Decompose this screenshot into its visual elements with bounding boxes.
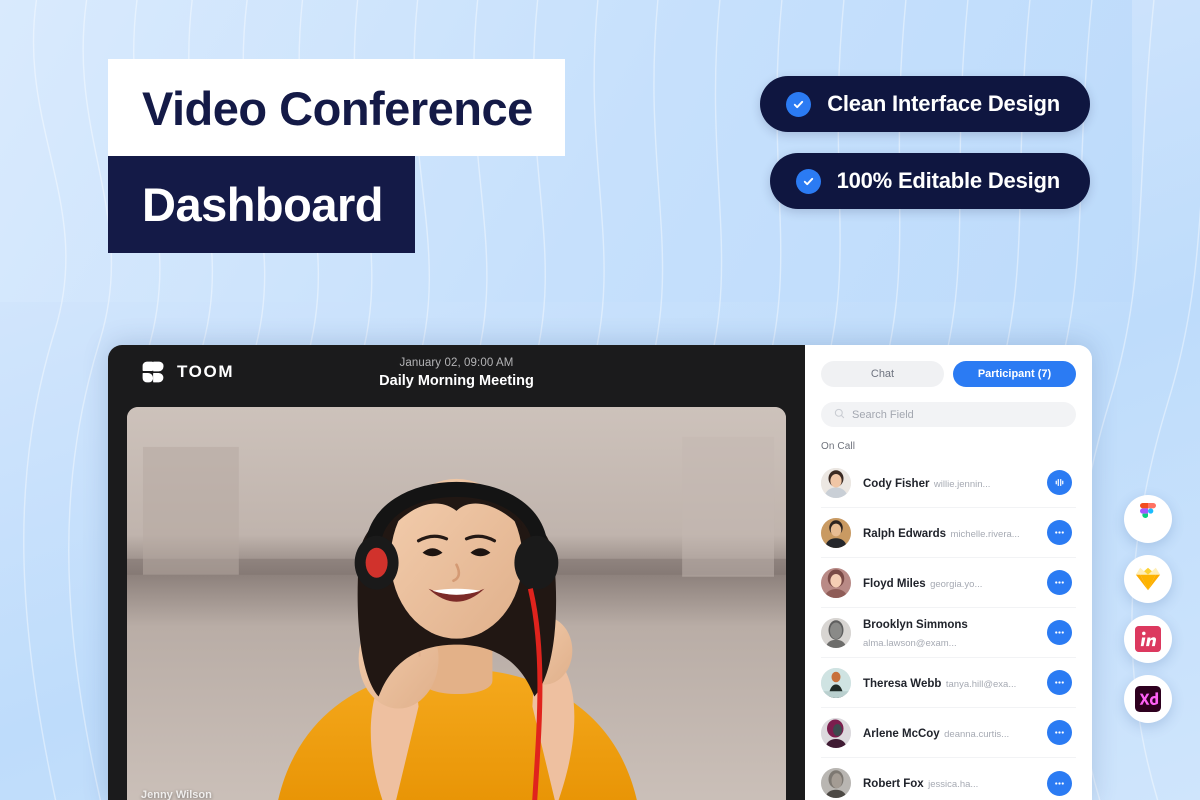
meeting-info: January 02, 09:00 AM Daily Morning Meeti… [108, 357, 805, 389]
search-field[interactable] [821, 402, 1076, 427]
tab-participant[interactable]: Participant (7) [953, 361, 1076, 387]
sidebar-panel: Chat Participant (7) On Call [805, 345, 1092, 800]
more-options-icon[interactable] [1047, 520, 1072, 545]
avatar [821, 617, 851, 648]
participant-info: Robert Fox jessica.ha... [863, 774, 1047, 792]
feature-badge-editable-design: 100% Editable Design [769, 153, 1090, 209]
participant-list: Cody Fisher willie.jennin... Ralph Edwar… [821, 458, 1076, 800]
participant-info: Floyd Miles georgia.yo... [863, 574, 1047, 592]
participant-email: deanna.curtis... [944, 728, 1010, 740]
participant-row[interactable]: Theresa Webb tanya.hill@exa... [821, 658, 1076, 708]
more-options-icon[interactable] [1047, 720, 1072, 745]
participant-name: Brooklyn Simmons [863, 618, 968, 631]
avatar [821, 467, 851, 498]
participant-email: willie.jennin... [933, 478, 991, 490]
adobe-xd-icon[interactable] [1124, 675, 1172, 723]
participant-info: Theresa Webb tanya.hill@exa... [863, 674, 1047, 692]
feature-badge-list: Clean Interface Design 100% Editable Des… [760, 76, 1090, 209]
participant-info: Arlene McCoy deanna.curtis... [863, 724, 1047, 742]
participant-row[interactable]: Arlene McCoy deanna.curtis... [821, 708, 1076, 758]
participant-info: Ralph Edwards michelle.rivera... [863, 524, 1047, 542]
participant-row[interactable]: Cody Fisher willie.jennin... [821, 458, 1076, 508]
sidebar-tabs: Chat Participant (7) [821, 361, 1076, 387]
section-label-on-call: On Call [821, 441, 856, 452]
search-icon [834, 406, 845, 424]
participant-row[interactable]: Floyd Miles georgia.yo... [821, 558, 1076, 608]
participant-row[interactable]: Ralph Edwards michelle.rivera... [821, 508, 1076, 558]
meeting-datetime: January 02, 09:00 AM [399, 357, 514, 369]
page-title-line-1: Video Conference [108, 59, 565, 156]
avatar [821, 667, 851, 698]
participant-name: Theresa Webb [863, 677, 942, 690]
participant-row[interactable]: Robert Fox jessica.ha... [821, 758, 1076, 800]
participant-email: jessica.ha... [928, 779, 979, 790]
hero-headline: Video Conference Dashboard [108, 59, 565, 253]
avatar [821, 517, 851, 548]
video-self-label: Jenny Wilson [141, 789, 212, 800]
active-speaker-video[interactable]: Jenny Wilson [127, 407, 786, 800]
participant-email: tanya.hill@exa... [945, 678, 1017, 690]
design-tool-rail [1124, 495, 1172, 723]
app-window: TOOM January 02, 09:00 AM Daily Morning … [108, 345, 1092, 800]
figma-icon[interactable] [1124, 495, 1172, 543]
participant-name: Robert Fox [863, 778, 924, 790]
participant-name: Floyd Miles [863, 577, 926, 590]
page-title-line-2: Dashboard [108, 156, 415, 253]
participant-name: Arlene McCoy [863, 727, 940, 740]
video-stage: TOOM January 02, 09:00 AM Daily Morning … [108, 345, 805, 800]
search-input[interactable] [852, 408, 1063, 421]
participant-info: Brooklyn Simmons alma.lawson@exam... [863, 615, 1047, 651]
participant-name: Ralph Edwards [863, 527, 947, 540]
avatar [821, 768, 851, 798]
feature-badge-label: 100% Editable Design [836, 168, 1061, 193]
sketch-icon[interactable] [1124, 555, 1172, 603]
participant-email: michelle.rivera... [950, 528, 1020, 540]
participant-info: Cody Fisher willie.jennin... [863, 474, 1047, 492]
check-circle-icon [786, 91, 812, 117]
feature-badge-label: Clean Interface Design [827, 91, 1060, 116]
participant-row[interactable]: Brooklyn Simmons alma.lawson@exam... [821, 608, 1076, 658]
video-feed-image [127, 407, 786, 800]
feature-badge-clean-interface: Clean Interface Design [760, 76, 1090, 132]
tab-chat[interactable]: Chat [821, 361, 944, 387]
more-options-icon[interactable] [1047, 620, 1072, 645]
participant-email: alma.lawson@exam... [863, 637, 957, 649]
invision-icon[interactable] [1124, 615, 1172, 663]
check-circle-icon [795, 168, 821, 194]
participant-name: Cody Fisher [863, 477, 930, 490]
participant-email: georgia.yo... [930, 578, 983, 590]
avatar [821, 717, 851, 748]
meeting-title: Daily Morning Meeting [379, 373, 534, 389]
app-topbar: TOOM January 02, 09:00 AM Daily Morning … [108, 345, 805, 402]
more-options-icon[interactable] [1047, 570, 1072, 595]
more-options-icon[interactable] [1047, 770, 1072, 796]
more-options-icon[interactable] [1047, 670, 1072, 695]
avatar [821, 567, 851, 598]
audio-waveform-icon[interactable] [1047, 470, 1072, 495]
